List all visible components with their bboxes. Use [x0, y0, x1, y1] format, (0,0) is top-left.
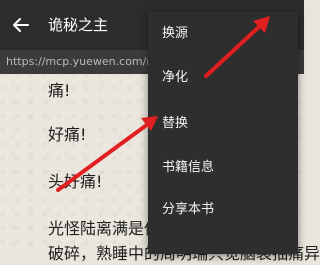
content-line: 痛! — [48, 81, 71, 100]
arrow-left-icon[interactable] — [10, 14, 32, 36]
menu-item-purify[interactable]: 净化 — [148, 58, 298, 98]
menu-item-share-book[interactable]: 分享本书 — [148, 190, 298, 230]
menu-item-label: 书籍信息 — [162, 160, 215, 175]
menu-item-label: 换源 — [162, 26, 189, 41]
book-title: 诡秘之主 — [48, 16, 109, 34]
menu-item-change-source[interactable]: 换源 — [148, 14, 298, 54]
menu-item-label: 分享本书 — [162, 202, 215, 217]
menu-item-label: 净化 — [162, 70, 189, 85]
overflow-menu: 换源 净化 替换 书籍信息 分享本书 — [148, 12, 298, 254]
menu-item-replace[interactable]: 替换 — [148, 104, 298, 144]
menu-item-book-info[interactable]: 书籍信息 — [148, 148, 298, 188]
content-line: 好痛! — [48, 125, 87, 144]
menu-item-label: 替换 — [162, 116, 189, 131]
content-line: 头好痛! — [48, 172, 103, 191]
